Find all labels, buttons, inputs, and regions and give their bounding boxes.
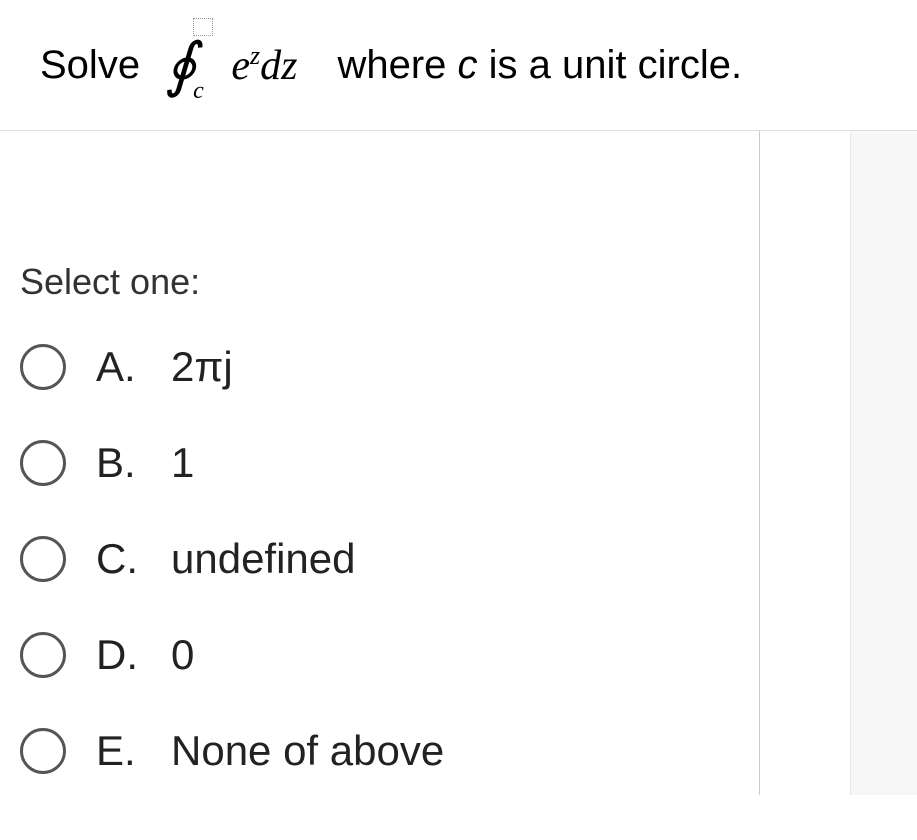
option-c[interactable]: C. undefined xyxy=(20,535,739,583)
option-letter: C. xyxy=(96,535,156,583)
option-b[interactable]: B. 1 xyxy=(20,439,739,487)
option-letter: E. xyxy=(96,727,156,775)
radio-icon[interactable] xyxy=(20,536,66,582)
gap-area xyxy=(760,131,850,795)
question-text: Solve ∮ c ezdz where c is a unit circle. xyxy=(40,30,897,100)
option-e[interactable]: E. None of above xyxy=(20,727,739,775)
integrand: ezdz xyxy=(231,41,297,90)
options-area: Select one: A. 2πj B. 1 C. undefined D. … xyxy=(0,131,760,795)
radio-icon[interactable] xyxy=(20,728,66,774)
radio-icon[interactable] xyxy=(20,344,66,390)
integrand-differential: dz xyxy=(260,43,297,89)
selection-box-icon xyxy=(193,18,213,36)
option-letter: A. xyxy=(96,343,156,391)
radio-icon[interactable] xyxy=(20,632,66,678)
option-value: undefined xyxy=(171,535,356,583)
contour-integral-icon: ∮ c xyxy=(165,30,196,100)
option-value: None of above xyxy=(171,727,444,775)
select-prompt: Select one: xyxy=(20,261,739,303)
integral-subscript: c xyxy=(193,78,204,105)
question-prefix: Solve xyxy=(40,43,140,88)
option-value: 0 xyxy=(171,631,194,679)
integrand-exponent: z xyxy=(250,41,260,70)
right-panel xyxy=(850,131,917,795)
option-d[interactable]: D. 0 xyxy=(20,631,739,679)
option-letter: B. xyxy=(96,439,156,487)
question-suffix: where c is a unit circle. xyxy=(337,43,742,88)
option-a[interactable]: A. 2πj xyxy=(20,343,739,391)
radio-icon[interactable] xyxy=(20,440,66,486)
integral-expression: ∮ c ezdz xyxy=(165,30,297,100)
main-content: Select one: A. 2πj B. 1 C. undefined D. … xyxy=(0,131,917,795)
integrand-base: e xyxy=(231,43,250,89)
option-letter: D. xyxy=(96,631,156,679)
option-value: 1 xyxy=(171,439,194,487)
question-area: Solve ∮ c ezdz where c is a unit circle. xyxy=(0,0,917,131)
option-value: 2πj xyxy=(171,343,233,391)
